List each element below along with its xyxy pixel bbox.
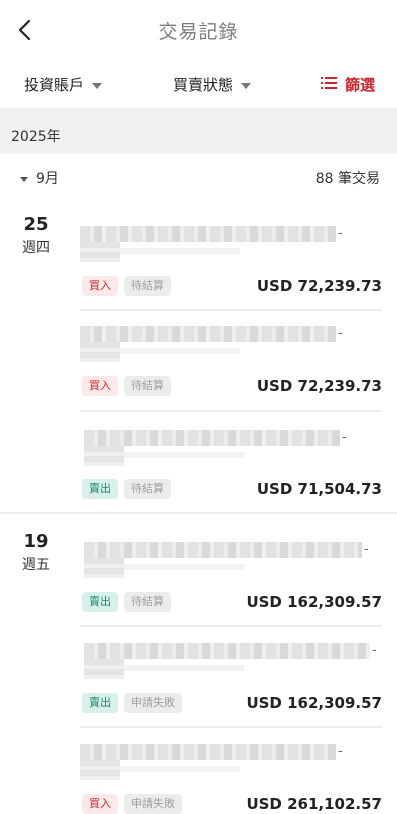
status-dropdown-label: 買賣狀態 <box>173 76 234 94</box>
account-dropdown[interactable]: 投資賬戶 <box>24 74 103 95</box>
side-badge: 賣出 <box>82 479 118 499</box>
transaction-item[interactable]: - 買入 申請失敗 USD 261,102.57 <box>80 744 382 814</box>
amount: USD 162,309.57 <box>246 593 382 611</box>
date-label: 25 週四 <box>0 214 72 257</box>
filter-button[interactable]: 篩選 <box>320 74 375 95</box>
weekday: 週四 <box>22 240 50 256</box>
year-label: 2025年 <box>11 129 61 145</box>
side-badge: 賣出 <box>82 693 118 713</box>
month-row: 9月 88 筆交易 <box>0 154 397 196</box>
group-divider <box>0 512 397 514</box>
separator-dash: - <box>364 542 369 557</box>
transaction-count: 88 筆交易 <box>315 171 380 187</box>
account-dropdown-label: 投資賬戶 <box>24 76 85 94</box>
status-badge: 待結算 <box>124 276 171 296</box>
separator-dash: - <box>372 643 377 658</box>
redacted-name <box>84 430 340 470</box>
separator-dash: - <box>338 226 343 241</box>
side-badge: 買入 <box>82 794 118 814</box>
separator-dash: - <box>342 430 347 445</box>
amount: USD 162,309.57 <box>246 694 382 712</box>
divider <box>80 410 382 412</box>
day-number: 25 <box>23 214 49 235</box>
header-bar: 交易記錄 <box>0 0 397 60</box>
status-dropdown[interactable]: 買賣狀態 <box>173 74 252 95</box>
filter-button-label: 篩選 <box>344 76 375 94</box>
amount: USD 72,239.73 <box>256 377 382 395</box>
status-badge: 申請失敗 <box>124 693 182 713</box>
month-toggle[interactable]: 9月 <box>20 168 59 188</box>
page-title: 交易記錄 <box>158 21 239 43</box>
status-badge: 待結算 <box>124 479 171 499</box>
redacted-name <box>84 643 372 683</box>
amount: USD 72,239.73 <box>256 277 382 295</box>
transaction-item[interactable]: - 賣出 待結算 USD 162,309.57 <box>80 542 382 626</box>
list-icon <box>320 76 337 94</box>
weekday: 週五 <box>22 557 50 573</box>
year-section-header: 2025年 <box>0 108 397 154</box>
redacted-name <box>80 744 336 784</box>
side-badge: 買入 <box>82 276 118 296</box>
caret-down-icon <box>92 82 103 89</box>
status-badge: 申請失敗 <box>124 794 182 814</box>
transaction-item[interactable]: - 賣出 申請失敗 USD 162,309.57 <box>80 643 382 725</box>
amount: USD 71,504.73 <box>256 480 382 498</box>
side-badge: 買入 <box>82 376 118 396</box>
side-badge: 賣出 <box>82 592 118 612</box>
amount: USD 261,102.57 <box>246 795 382 813</box>
divider <box>80 625 382 627</box>
divider <box>80 726 382 728</box>
divider <box>80 309 382 311</box>
transaction-item[interactable]: - 買入 待結算 USD 72,239.73 <box>80 326 382 410</box>
separator-dash: - <box>338 326 343 341</box>
month-label: 9月 <box>36 171 59 187</box>
transaction-item[interactable]: - 賣出 待結算 USD 71,504.73 <box>80 430 382 510</box>
separator-dash: - <box>338 744 343 759</box>
caret-down-icon <box>241 82 252 89</box>
caret-down-icon <box>20 176 28 182</box>
transaction-item[interactable]: - 買入 待結算 USD 72,239.73 <box>80 226 382 310</box>
status-badge: 待結算 <box>124 376 171 396</box>
date-label: 19 週五 <box>0 531 72 574</box>
day-number: 19 <box>23 531 49 552</box>
status-badge: 待結算 <box>124 592 171 612</box>
redacted-name <box>80 226 336 266</box>
filter-bar: 投資賬戶 買賣狀態 篩選 <box>0 60 397 108</box>
redacted-name <box>80 326 336 366</box>
redacted-name <box>84 542 364 582</box>
